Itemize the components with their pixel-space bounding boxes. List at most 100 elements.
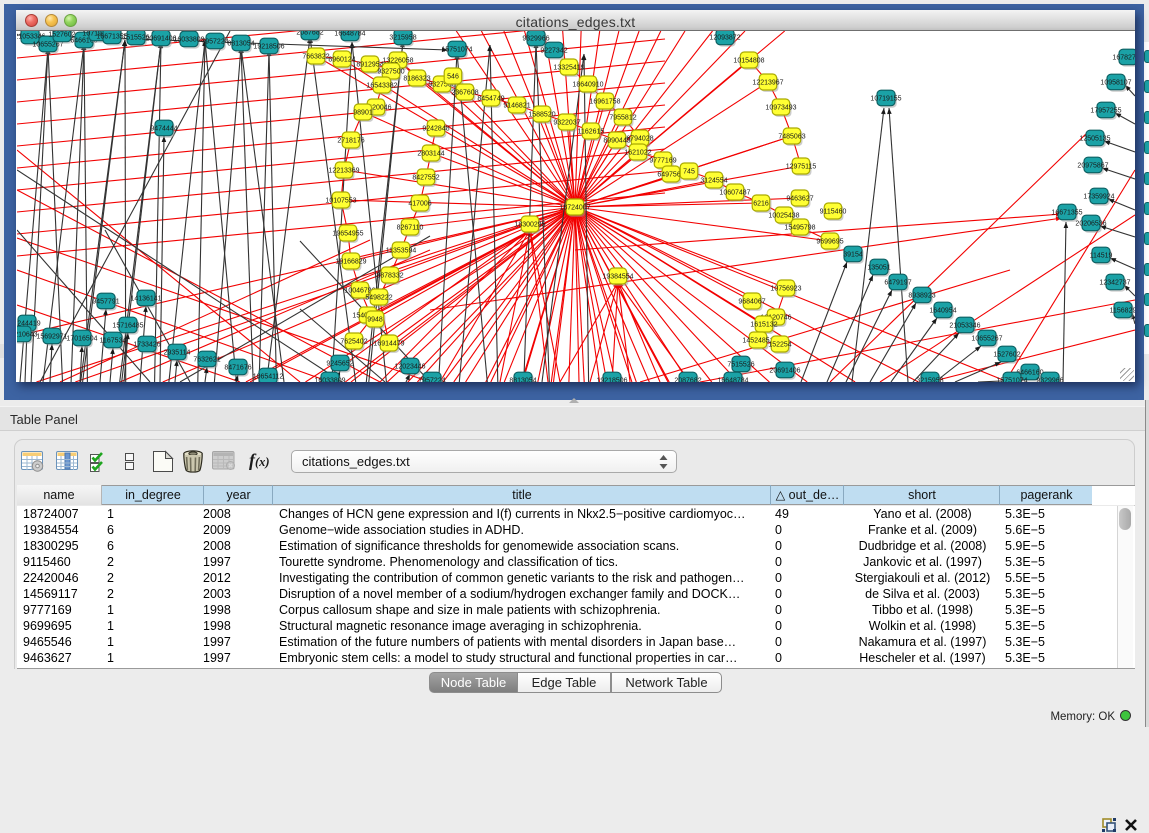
svg-text:546: 546 [447, 73, 459, 80]
svg-text:6479197: 6479197 [884, 279, 911, 286]
svg-text:10154808: 10154808 [733, 57, 764, 64]
svg-text:1588520: 1588520 [528, 111, 555, 118]
svg-text:3215958: 3215958 [389, 34, 416, 41]
svg-text:2718176: 2718176 [337, 137, 364, 144]
svg-text:5498222: 5498222 [365, 294, 392, 301]
svg-text:9245652: 9245652 [326, 360, 353, 367]
svg-text:2087682: 2087682 [674, 377, 701, 382]
svg-text:12213967: 12213967 [752, 79, 783, 86]
svg-text:10607487: 10607487 [719, 189, 750, 196]
svg-text:1640954: 1640954 [929, 307, 956, 314]
svg-text:16033809: 16033809 [314, 377, 345, 382]
svg-text:7632621: 7632621 [193, 356, 220, 363]
svg-text:16543382: 16543382 [366, 82, 397, 89]
svg-text:7515526: 7515526 [727, 361, 754, 368]
svg-text:15495798: 15495798 [784, 224, 815, 231]
svg-text:6794028: 6794028 [626, 135, 653, 142]
svg-text:16961758: 16961758 [589, 98, 620, 105]
svg-text:10719155: 10719155 [870, 95, 901, 102]
svg-text:20691406: 20691406 [769, 367, 800, 374]
svg-text:9777169: 9777169 [649, 157, 676, 164]
svg-text:9684067: 9684067 [738, 298, 765, 305]
svg-text:8427552: 8427552 [412, 174, 439, 181]
svg-text:9146821: 9146821 [503, 102, 530, 109]
svg-text:20975867: 20975867 [1077, 162, 1108, 169]
svg-text:1156829: 1156829 [1110, 307, 1135, 314]
svg-text:17957255: 17957255 [1090, 107, 1121, 114]
svg-text:10973493: 10973493 [765, 104, 796, 111]
svg-text:10756923: 10756923 [770, 285, 801, 292]
svg-text:16671355: 16671355 [1051, 209, 1082, 216]
svg-text:8960124: 8960124 [328, 56, 355, 63]
svg-text:17016504: 17016504 [66, 335, 97, 342]
svg-text:8938923: 8938923 [908, 292, 935, 299]
svg-text:2087682: 2087682 [296, 31, 323, 36]
svg-text:745: 745 [683, 168, 695, 175]
svg-text:16914479: 16914479 [373, 340, 404, 347]
svg-text:7957224: 7957224 [201, 38, 228, 45]
svg-text:18640910: 18640910 [572, 81, 603, 88]
svg-text:2935114: 2935114 [164, 349, 191, 356]
svg-text:9322037: 9322037 [553, 119, 580, 126]
svg-text:15716485: 15716485 [112, 322, 143, 329]
svg-text:3124554: 3124554 [700, 177, 727, 184]
svg-text:11353594: 11353594 [386, 247, 417, 254]
svg-text:12213369: 12213369 [328, 167, 359, 174]
svg-text:20691406: 20691406 [145, 35, 176, 42]
svg-text:7955812: 7955812 [609, 114, 636, 121]
svg-text:9474444: 9474444 [150, 125, 177, 132]
svg-text:8471676: 8471676 [224, 364, 251, 371]
svg-text:18300295: 18300295 [514, 221, 545, 228]
svg-text:10210643: 10210643 [17, 331, 38, 338]
svg-text:10958107: 10958107 [1100, 79, 1131, 86]
svg-text:8267110: 8267110 [397, 224, 424, 231]
svg-text:12505135: 12505135 [1079, 135, 1110, 142]
svg-text:10107553: 10107553 [325, 197, 356, 204]
svg-text:8813054: 8813054 [227, 40, 254, 47]
svg-text:2367608: 2367608 [451, 89, 478, 96]
svg-text:14136141: 14136141 [130, 295, 161, 302]
svg-text:12975115: 12975115 [786, 163, 817, 170]
svg-text:16782759: 16782759 [1112, 54, 1135, 61]
svg-text:10025438: 10025438 [768, 212, 799, 219]
svg-text:19218506: 19218506 [253, 43, 284, 50]
svg-text:7625402: 7625402 [340, 338, 367, 345]
svg-text:9242848: 9242848 [422, 125, 449, 132]
svg-text:16648784: 16648784 [334, 31, 365, 37]
svg-text:1733426: 1733426 [133, 341, 160, 348]
svg-text:1167534: 1167534 [100, 337, 127, 344]
svg-text:7663822: 7663822 [302, 53, 329, 60]
svg-text:8454749: 8454749 [477, 95, 504, 102]
svg-text:3215958: 3215958 [916, 377, 943, 382]
svg-text:18724007: 18724007 [559, 204, 590, 211]
svg-text:114519: 114519 [1090, 252, 1113, 259]
svg-text:19384554: 19384554 [602, 273, 633, 280]
svg-text:8186323: 8186323 [403, 75, 430, 82]
svg-text:7957224: 7957224 [418, 377, 445, 382]
svg-text:417006: 417006 [408, 200, 431, 207]
svg-text:1162615: 1162615 [578, 128, 605, 135]
svg-text:15751074: 15751074 [996, 377, 1027, 382]
svg-text:8912954: 8912954 [356, 61, 383, 68]
svg-text:12023446: 12023446 [394, 363, 425, 370]
svg-text:16033809: 16033809 [173, 36, 204, 43]
svg-text:135051: 135051 [867, 264, 890, 271]
svg-text:2803144: 2803144 [417, 150, 444, 157]
svg-text:13325419: 13325419 [553, 64, 584, 71]
svg-text:9457791: 9457791 [92, 298, 119, 305]
svg-text:12093872: 12093872 [709, 34, 740, 41]
svg-text:8813054: 8813054 [509, 377, 536, 382]
svg-text:98901: 98901 [353, 109, 373, 116]
svg-text:9699695: 9699695 [816, 238, 843, 245]
svg-text:9463627: 9463627 [786, 195, 813, 202]
svg-text:9329966: 9329966 [1036, 377, 1063, 382]
svg-text:19654955: 19654955 [332, 230, 363, 237]
svg-text:9227342: 9227342 [540, 47, 567, 54]
svg-text:1527602: 1527602 [993, 351, 1020, 358]
svg-text:12342737: 12342737 [1099, 279, 1130, 286]
svg-text:16648784: 16648784 [717, 377, 748, 382]
svg-text:9329966: 9329966 [522, 35, 549, 42]
svg-text:8878332: 8878332 [376, 272, 403, 279]
svg-text:19218506: 19218506 [596, 377, 627, 382]
svg-text:9948: 9948 [367, 316, 383, 323]
